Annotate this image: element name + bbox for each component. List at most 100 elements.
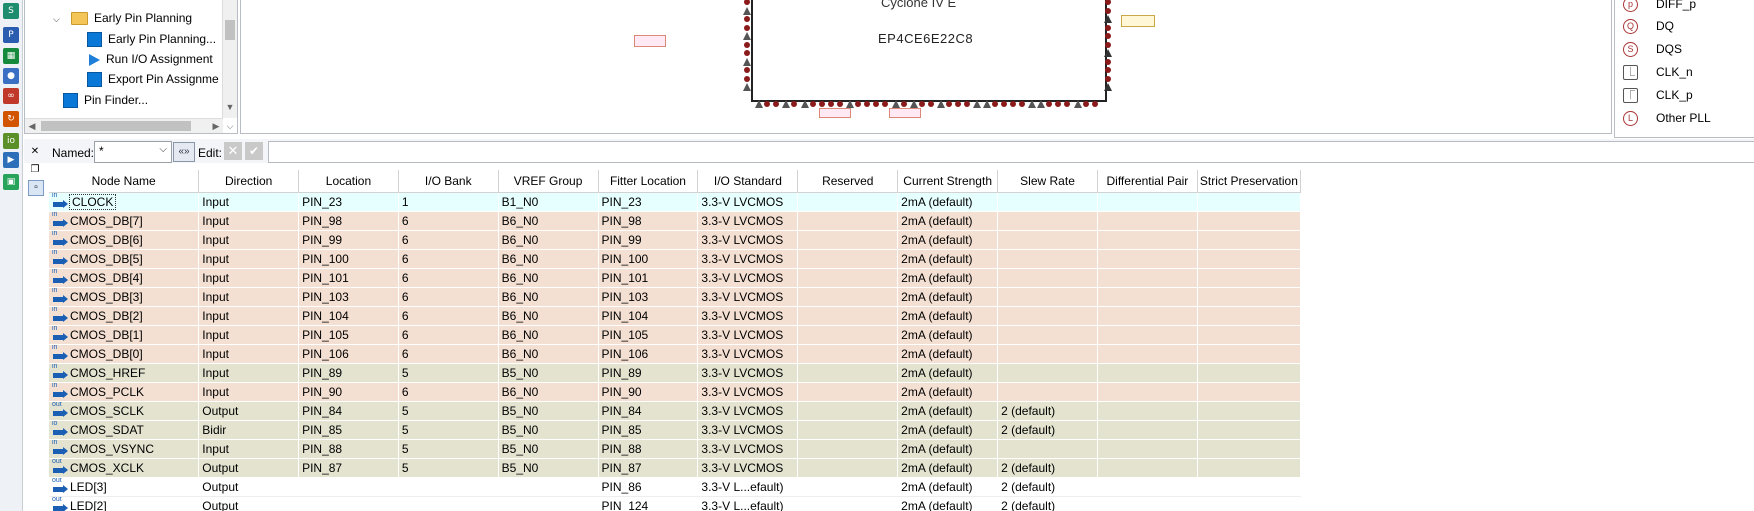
pin-marker[interactable] <box>836 101 843 107</box>
pin-marker[interactable] <box>982 100 991 108</box>
location-cell[interactable]: PIN_90 <box>298 382 399 402</box>
io-run-icon[interactable]: ▶ <box>3 152 19 168</box>
diff-cell[interactable] <box>1097 363 1198 383</box>
pin-marker[interactable] <box>1104 15 1112 23</box>
fitter-cell[interactable]: PIN_87 <box>598 458 699 478</box>
fitter-cell[interactable]: PIN_85 <box>598 420 699 440</box>
table-row[interactable]: in CMOS_DB[5] Input PIN_100 6 B6_N0 PIN_100 3.3… <box>49 249 1301 269</box>
table-row[interactable]: out LED[3] Output PIN_86 3.3-V L...efault) 2m… <box>49 477 1301 497</box>
strict-cell[interactable] <box>1197 363 1301 383</box>
direction-cell[interactable]: Output <box>198 496 300 511</box>
strength-cell[interactable]: 2mA (default) <box>897 268 999 288</box>
pin-marker[interactable] <box>1000 101 1007 107</box>
node-name-cell[interactable]: in CMOS_DB[2] <box>49 306 200 326</box>
slew-cell[interactable]: 2 (default) <box>997 401 1098 421</box>
location-cell[interactable]: PIN_106 <box>298 344 399 364</box>
pin-marker[interactable] <box>1018 101 1025 107</box>
location-cell[interactable]: PIN_105 <box>298 325 399 345</box>
strength-cell[interactable]: 2mA (default) <box>897 496 999 511</box>
table-row[interactable]: in CMOS_DB[0] Input PIN_106 6 B6_N0 PIN_106 3.3… <box>49 344 1301 364</box>
strength-cell[interactable]: 2mA (default) <box>897 477 999 497</box>
standard-cell[interactable]: 3.3-V LVCMOS <box>697 420 799 440</box>
fitter-cell[interactable]: PIN_88 <box>598 439 699 459</box>
slew-cell[interactable] <box>997 230 1098 250</box>
vref-cell[interactable]: B6_N0 <box>498 230 599 250</box>
node-name-cell[interactable]: out LED[3] <box>49 477 200 497</box>
location-cell[interactable]: PIN_84 <box>298 401 399 421</box>
node-name-cell[interactable]: out CMOS_SCLK <box>49 401 200 421</box>
vref-cell[interactable]: B5_N0 <box>498 420 599 440</box>
pin-marker[interactable] <box>900 101 907 107</box>
pin-marker[interactable] <box>1028 100 1036 108</box>
strict-cell[interactable] <box>1197 344 1301 364</box>
bank-cell[interactable]: 6 <box>398 249 499 269</box>
standard-cell[interactable]: 3.3-V LVCMOS <box>697 268 799 288</box>
bank-cell[interactable]: 5 <box>398 458 499 478</box>
pin-marker[interactable] <box>1105 7 1111 14</box>
fitter-cell[interactable]: PIN_90 <box>598 382 699 402</box>
standard-cell[interactable]: 3.3-V LVCMOS <box>697 344 799 364</box>
standard-cell[interactable]: 3.3-V LVCMOS <box>697 230 799 250</box>
direction-cell[interactable]: Output <box>198 401 300 421</box>
io-assignment-icon[interactable]: io <box>3 133 19 149</box>
column-header-differential-pair[interactable]: Differential Pair <box>1097 170 1198 193</box>
reserved-cell[interactable] <box>797 230 899 250</box>
project-navigator-icon[interactable]: P <box>3 27 19 43</box>
node-name-cell[interactable]: out LED[2] <box>49 496 200 511</box>
column-header-fitter-location[interactable]: Fitter Location <box>598 170 699 193</box>
direction-cell[interactable]: Input <box>198 287 300 307</box>
strict-cell[interactable] <box>1197 496 1301 511</box>
binoculars-icon[interactable]: ∞ <box>3 88 19 104</box>
pin-assignment-table[interactable]: Node Name Direction Location I/O Bank VR… <box>49 170 1301 511</box>
slew-cell[interactable] <box>997 287 1098 307</box>
strength-cell[interactable]: 2mA (default) <box>897 211 999 231</box>
diff-cell[interactable] <box>1097 420 1198 440</box>
pin-marker[interactable] <box>964 101 971 107</box>
location-cell[interactable]: PIN_85 <box>298 420 399 440</box>
node-name-cell[interactable]: in CMOS_DB[0] <box>49 344 200 364</box>
bank-cell[interactable]: 6 <box>398 344 499 364</box>
fitter-cell[interactable]: PIN_103 <box>598 287 699 307</box>
location-cell[interactable] <box>298 477 399 497</box>
scroll-down-icon[interactable]: ⌵ <box>223 119 237 133</box>
chevron-down-icon[interactable]: ⌵ <box>159 144 167 155</box>
refresh-icon[interactable]: ↻ <box>3 111 19 127</box>
diff-cell[interactable] <box>1097 382 1198 402</box>
pin-marker[interactable] <box>873 101 880 107</box>
strict-cell[interactable] <box>1197 325 1301 345</box>
table-row[interactable]: in CMOS_DB[2] Input PIN_104 6 B6_N0 PIN_104 3.3… <box>49 306 1301 326</box>
standard-cell[interactable]: 3.3-V LVCMOS <box>697 306 799 326</box>
slew-cell[interactable]: 2 (default) <box>997 420 1098 440</box>
column-header-current-strength[interactable]: Current Strength <box>897 170 999 193</box>
direction-cell[interactable]: Input <box>198 211 300 231</box>
column-header-io-bank[interactable]: I/O Bank <box>398 170 499 193</box>
strict-cell[interactable] <box>1197 192 1301 212</box>
fitter-cell[interactable]: PIN_104 <box>598 306 699 326</box>
vref-cell[interactable]: B5_N0 <box>498 458 599 478</box>
reserved-cell[interactable] <box>797 363 899 383</box>
direction-cell[interactable]: Bidir <box>198 420 300 440</box>
table-row[interactable]: in CMOS_DB[3] Input PIN_103 6 B6_N0 PIN_103 3.3… <box>49 287 1301 307</box>
reserved-cell[interactable] <box>797 249 899 269</box>
tasks-horizontal-scrollbar[interactable]: ◀ ▶ <box>25 118 223 133</box>
pin-marker[interactable] <box>764 101 771 107</box>
bank-cell[interactable]: 6 <box>398 306 499 326</box>
strength-cell[interactable]: 2mA (default) <box>897 306 999 326</box>
diff-cell[interactable] <box>1097 249 1198 269</box>
location-cell[interactable]: PIN_98 <box>298 211 399 231</box>
node-name-cell[interactable]: in CMOS_PCLK <box>49 382 200 402</box>
standard-cell[interactable]: 3.3-V LVCMOS <box>697 458 799 478</box>
pin-marker[interactable] <box>855 101 862 107</box>
bank-cell[interactable]: 6 <box>398 382 499 402</box>
pin-marker[interactable] <box>1105 24 1111 31</box>
location-cell[interactable]: PIN_100 <box>298 249 399 269</box>
tree-item-pin-finder[interactable]: Pin Finder... <box>63 90 148 110</box>
scroll-left-icon[interactable]: ◀ <box>25 119 39 133</box>
location-cell[interactable]: PIN_104 <box>298 306 399 326</box>
vref-cell[interactable] <box>498 496 599 511</box>
diff-cell[interactable] <box>1097 287 1198 307</box>
standard-cell[interactable]: 3.3-V LVCMOS <box>697 249 799 269</box>
pin-window-icon[interactable]: ▫ <box>28 180 44 196</box>
edit-accept-button[interactable]: ✔ <box>245 142 263 160</box>
table-row[interactable]: in CMOS_VSYNC Input PIN_88 5 B5_N0 PIN_88 3.3-V… <box>49 439 1301 459</box>
